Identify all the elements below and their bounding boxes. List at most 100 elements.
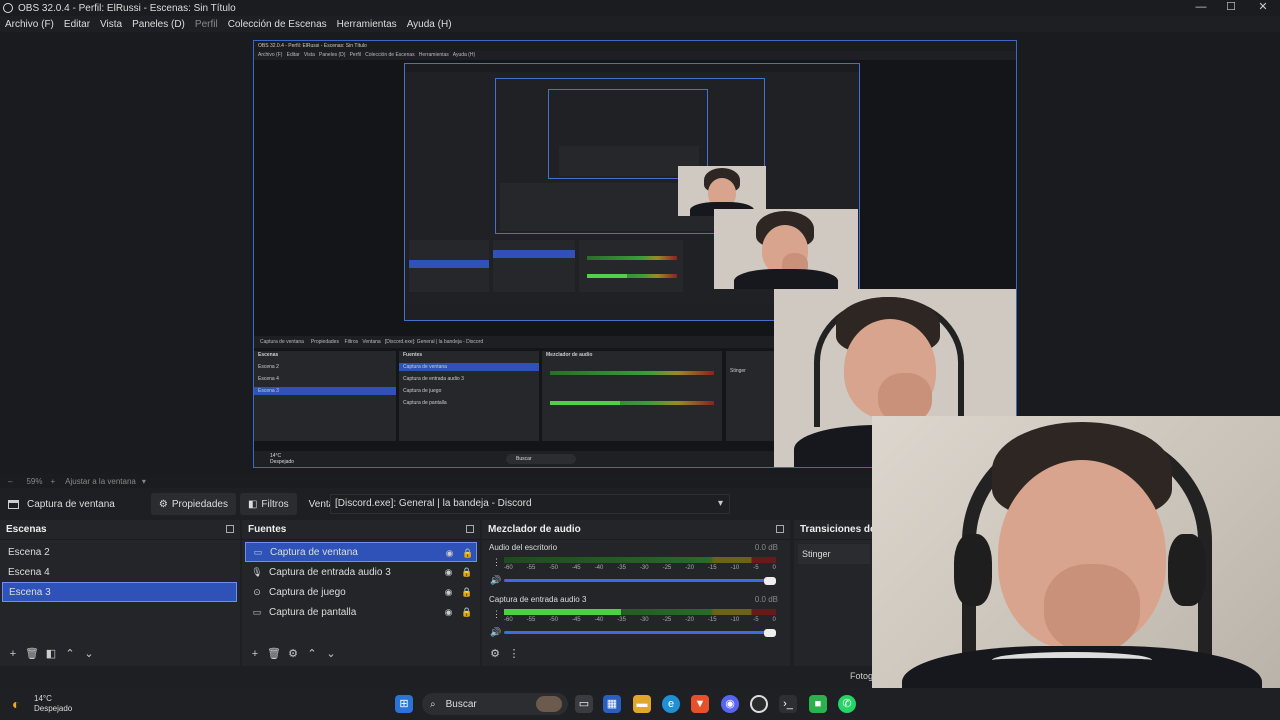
speaker-icon[interactable]: 🔊	[490, 627, 501, 638]
volume-slider[interactable]	[504, 631, 776, 634]
brave-icon[interactable]: ▼	[691, 695, 709, 713]
add-icon[interactable]: +	[246, 645, 264, 663]
weather-temp[interactable]: 14°C	[34, 694, 52, 703]
edge-icon[interactable]: e	[662, 695, 680, 713]
lock-icon[interactable]: 🔒	[462, 548, 473, 558]
down-arrow-icon[interactable]: ⌄	[322, 645, 340, 663]
trash-icon[interactable]: 🗑	[23, 645, 41, 663]
more-options-icon[interactable]: ⋮	[492, 557, 501, 568]
maximize-button[interactable]: ☐	[1216, 0, 1246, 16]
menu-edit[interactable]: Editar	[59, 19, 95, 30]
headset-cup	[954, 534, 992, 606]
terminal-icon[interactable]: ›_	[779, 695, 797, 713]
menu-view[interactable]: Vista	[95, 19, 127, 30]
scene-item[interactable]: Escena 4	[2, 562, 237, 582]
zoom-level[interactable]: 59%	[26, 477, 42, 486]
window-select[interactable]: [Discord.exe]: General | la bandeja - Di…	[330, 494, 730, 514]
menu-scene-collection[interactable]: Colección de Escenas	[223, 19, 332, 30]
preview-canvas[interactable]: OBS 32.0.4 - Perfil: ElRussi - Escenas: …	[253, 40, 1017, 468]
menu-docks[interactable]: Paneles (D)	[127, 19, 190, 30]
undock-icon[interactable]	[466, 525, 474, 533]
taskbar-search[interactable]: ⌕ Buscar	[422, 693, 568, 715]
windows-start-icon[interactable]: ⊞	[395, 695, 413, 713]
trash-icon[interactable]: 🗑	[265, 645, 283, 663]
meter-ticks: -60 -55 -50 -45 -40 -35 -30 -25 -20 -15 -10 -5 0	[504, 617, 776, 623]
source-item[interactable]: ⊙ Captura de juego ◉ 🔒	[245, 582, 477, 602]
whatsapp-icon[interactable]: ✆	[838, 695, 856, 713]
meter-ticks: -60 -55 -50 -45 -40 -35 -30 -25 -20 -15 -10 -5 0	[504, 565, 776, 571]
app-green-icon[interactable]: ■	[809, 695, 827, 713]
weather-desc[interactable]: Despejado	[34, 704, 72, 713]
lock-icon[interactable]: 🔒	[461, 567, 472, 577]
source-item[interactable]: 🎙 Captura de entrada audio 3 ◉ 🔒	[245, 562, 477, 582]
scene-item[interactable]: Escena 2	[2, 542, 237, 562]
nested-scenes-dock: Escenas Escena 2 Escena 4 Escena 3	[254, 351, 396, 441]
filter-icon[interactable]: ◧	[42, 645, 60, 663]
sources-footer: + 🗑 ⚙ ⌃ ⌄	[242, 642, 480, 666]
chevron-down-icon[interactable]: ▾	[142, 477, 146, 486]
add-icon[interactable]: +	[4, 645, 22, 663]
transitions-dock: Transiciones de e Stinger	[794, 520, 872, 666]
gear-icon: ⚙	[158, 498, 168, 510]
webcam-overlay	[872, 416, 1280, 720]
source-toolbar-name: Captura de ventana	[0, 493, 123, 515]
source-item[interactable]: ▭ Captura de pantalla ◉ 🔒	[245, 602, 477, 622]
monitor-icon: ▭	[252, 607, 262, 617]
title-bar: OBS 32.0.4 - Perfil: ElRussi - Escenas: …	[0, 0, 1280, 16]
lock-icon[interactable]: 🔒	[461, 607, 472, 617]
more-options-icon[interactable]: ⋮	[505, 645, 523, 663]
speaker-icon[interactable]: 🔊	[490, 575, 501, 586]
scene-item-selected[interactable]: Escena 3	[2, 582, 237, 602]
advanced-audio-icon[interactable]: ⚙	[486, 645, 504, 663]
volume-slider-handle[interactable]	[764, 629, 776, 637]
weather-icon[interactable]: ◐	[12, 696, 20, 712]
down-arrow-icon[interactable]: ⌄	[80, 645, 98, 663]
close-button[interactable]: ✕	[1248, 0, 1278, 16]
menu-tools[interactable]: Herramientas	[332, 19, 402, 30]
volume-slider-handle[interactable]	[764, 577, 776, 585]
nested-sources-dock: Fuentes Captura de ventana Captura de en…	[399, 351, 539, 441]
transitions-header: Transiciones de e	[794, 520, 872, 540]
menu-bar: Archivo (F) Editar Vista Paneles (D) Per…	[0, 16, 1280, 32]
filters-button[interactable]: ◧ Filtros	[239, 493, 297, 515]
minimize-button[interactable]: —	[1186, 0, 1216, 16]
eye-icon[interactable]: ◉	[443, 567, 454, 577]
audio-meter	[504, 557, 776, 563]
mixer-header: Mezclador de audio	[482, 520, 790, 540]
gear-icon[interactable]: ⚙	[284, 645, 302, 663]
discord-icon[interactable]: ◉	[721, 695, 739, 713]
status-fps: Fotog	[850, 671, 874, 681]
up-arrow-icon[interactable]: ⌃	[303, 645, 321, 663]
more-options-icon[interactable]: ⋮	[492, 609, 501, 620]
audio-meter-level	[504, 609, 621, 615]
sources-dock: Fuentes ▭ Captura de ventana ◉ 🔒 🎙 Captu…	[242, 520, 480, 666]
filter-icon: ◧	[247, 498, 258, 510]
nested-mixer-dock: Mezclador de audio	[542, 351, 722, 441]
search-highlight-icon	[536, 696, 562, 712]
properties-button[interactable]: ⚙ Propiedades	[150, 493, 236, 515]
menu-help[interactable]: Ayuda (H)	[402, 19, 457, 30]
file-explorer-icon[interactable]: ▬	[633, 695, 651, 713]
up-arrow-icon[interactable]: ⌃	[61, 645, 79, 663]
search-icon: ⌕	[430, 698, 436, 710]
eye-icon[interactable]: ◉	[443, 587, 454, 597]
volume-slider[interactable]	[504, 579, 776, 582]
menu-file[interactable]: Archivo (F)	[0, 19, 59, 30]
undock-icon[interactable]	[226, 525, 234, 533]
scenes-header: Escenas	[0, 520, 240, 540]
obs-icon[interactable]	[750, 695, 768, 713]
nested-title: OBS 32.0.4 - Perfil: ElRussi - Escenas: …	[254, 41, 1016, 51]
widgets-icon[interactable]: ▦	[603, 695, 621, 713]
eye-icon[interactable]: ◉	[443, 607, 454, 617]
menu-profile[interactable]: Perfil	[190, 19, 223, 30]
window-icon: ▭	[253, 547, 263, 557]
source-item-selected[interactable]: ▭ Captura de ventana ◉ 🔒	[245, 542, 477, 562]
nested-obs-title	[405, 64, 859, 72]
undock-icon[interactable]	[776, 525, 784, 533]
lock-icon[interactable]: 🔒	[461, 587, 472, 597]
transition-select[interactable]: Stinger	[798, 544, 870, 564]
fit-to-window[interactable]: Ajustar a la ventana	[65, 477, 136, 486]
nested-menu: Archivo (F) Editar Vista Paneles (D) Per…	[254, 51, 1016, 60]
task-view-icon[interactable]: ▭	[575, 695, 593, 713]
eye-icon[interactable]: ◉	[444, 548, 455, 558]
